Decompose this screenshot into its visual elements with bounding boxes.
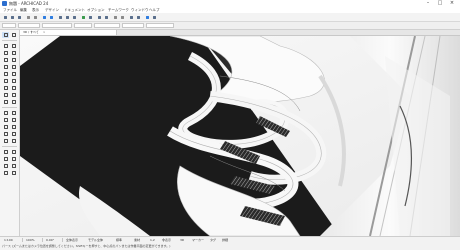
opening-tool-icon[interactable] <box>10 99 17 105</box>
maximize-button[interactable]: □ <box>434 0 446 7</box>
window-title: 無題 - ARCHICAD 24 <box>9 1 49 6</box>
curtain-wall-tool-icon[interactable] <box>2 71 9 77</box>
railing-tool-icon[interactable] <box>10 57 17 63</box>
status-message-row: パース (ズームまたはカメラ位置を調整してください。Shiftキーを押すと、中心… <box>0 243 460 249</box>
line-tool-icon[interactable] <box>10 124 17 130</box>
snap-guides-icon[interactable] <box>96 14 102 20</box>
close-button[interactable]: × <box>446 0 458 7</box>
hotspot-tool-icon[interactable] <box>10 138 17 144</box>
layer-selector[interactable] <box>18 23 40 28</box>
label-tool-icon[interactable] <box>10 117 17 123</box>
3d-model-render <box>20 36 460 236</box>
door-tool-icon[interactable] <box>10 71 17 77</box>
level-dimension-tool-icon[interactable] <box>10 110 17 116</box>
element-selector[interactable] <box>2 23 16 28</box>
section-tool-icon[interactable] <box>2 149 9 155</box>
undo-icon[interactable] <box>25 14 31 20</box>
structure-field[interactable] <box>94 23 120 28</box>
standard-toolbar <box>0 13 460 22</box>
toolbox-divider <box>2 146 17 147</box>
tab-close-icon[interactable]: × <box>43 30 46 34</box>
arc-tool-icon[interactable] <box>2 131 9 137</box>
magic-wand-icon[interactable] <box>80 14 86 20</box>
save-icon[interactable] <box>16 14 22 20</box>
camera-tool-icon[interactable] <box>10 170 17 176</box>
gravity-icon[interactable] <box>87 14 93 20</box>
archicad-app-icon <box>2 1 7 6</box>
roof-tool-icon[interactable] <box>2 64 9 70</box>
stair-tool-icon[interactable] <box>2 57 9 63</box>
explore-icon[interactable] <box>135 14 141 20</box>
toolbox-divider <box>2 107 17 108</box>
worksheet-tool-icon[interactable] <box>10 156 17 162</box>
toolbox-divider <box>2 40 17 41</box>
toolbox-palette <box>0 30 20 236</box>
surface-field[interactable] <box>146 23 174 28</box>
fill-tool-icon[interactable] <box>2 124 9 130</box>
lamp-tool-icon[interactable] <box>10 85 17 91</box>
marquee-tool-icon[interactable] <box>10 32 17 38</box>
elevation-field[interactable] <box>74 23 92 28</box>
shell-tool-icon[interactable] <box>10 64 17 70</box>
dimension-tool-icon[interactable] <box>2 110 9 116</box>
polyline-tool-icon[interactable] <box>10 131 17 137</box>
mesh-tool-icon[interactable] <box>10 92 17 98</box>
open-file-icon[interactable] <box>9 14 15 20</box>
text-tool-icon[interactable] <box>2 117 9 123</box>
status-bar: 1:100 100% 0.00° 全体表示 モデル全体 標準 素材 1,2 非表… <box>0 236 460 250</box>
grid-tool-icon[interactable] <box>2 170 9 176</box>
redo-icon[interactable] <box>32 14 38 20</box>
zone-tool-icon[interactable] <box>2 92 9 98</box>
column-tool-icon[interactable] <box>10 43 17 49</box>
zoom-in-icon[interactable] <box>112 14 118 20</box>
status-message: パース (ズームまたはカメラ位置を調整してください。Shiftキーを押すと、中心… <box>2 244 171 248</box>
zoom-out-icon[interactable] <box>119 14 125 20</box>
arrow-tool-icon[interactable] <box>2 32 9 38</box>
wall-tool-icon[interactable] <box>2 43 9 49</box>
elevation-tool-icon[interactable] <box>10 149 17 155</box>
3d-window-icon[interactable] <box>71 14 77 20</box>
render-icon[interactable] <box>144 14 150 20</box>
status-divider <box>62 238 63 242</box>
floor-plan-icon[interactable] <box>57 14 63 20</box>
pointer-icon[interactable] <box>41 14 47 20</box>
slab-tool-icon[interactable] <box>10 50 17 56</box>
interior-elevation-tool-icon[interactable] <box>2 156 9 162</box>
skylight-tool-icon[interactable] <box>10 78 17 84</box>
window-tool-icon[interactable] <box>2 78 9 84</box>
marquee-icon[interactable] <box>48 14 54 20</box>
tab-label: 3D / すべて <box>23 30 39 34</box>
status-divider <box>42 238 43 242</box>
new-file-icon[interactable] <box>2 14 8 20</box>
3d-viewport[interactable] <box>20 36 460 236</box>
drawing-tool-icon[interactable] <box>2 138 9 144</box>
thickness-field[interactable] <box>122 23 144 28</box>
morph-tool-icon[interactable] <box>2 99 9 105</box>
status-divider <box>22 238 23 242</box>
orbit-icon[interactable] <box>128 14 134 20</box>
section-icon[interactable] <box>64 14 70 20</box>
tab-3d-view[interactable]: 3D / すべて × <box>20 30 117 35</box>
info-box <box>0 22 460 30</box>
change-tool-icon[interactable] <box>10 163 17 169</box>
layer-icon[interactable] <box>103 14 109 20</box>
object-tool-icon[interactable] <box>2 85 9 91</box>
detail-tool-icon[interactable] <box>2 163 9 169</box>
minimize-button[interactable]: – <box>422 0 434 7</box>
beam-tool-icon[interactable] <box>2 50 9 56</box>
settings-icon[interactable] <box>151 14 157 20</box>
geometry-method-field[interactable] <box>42 23 72 28</box>
